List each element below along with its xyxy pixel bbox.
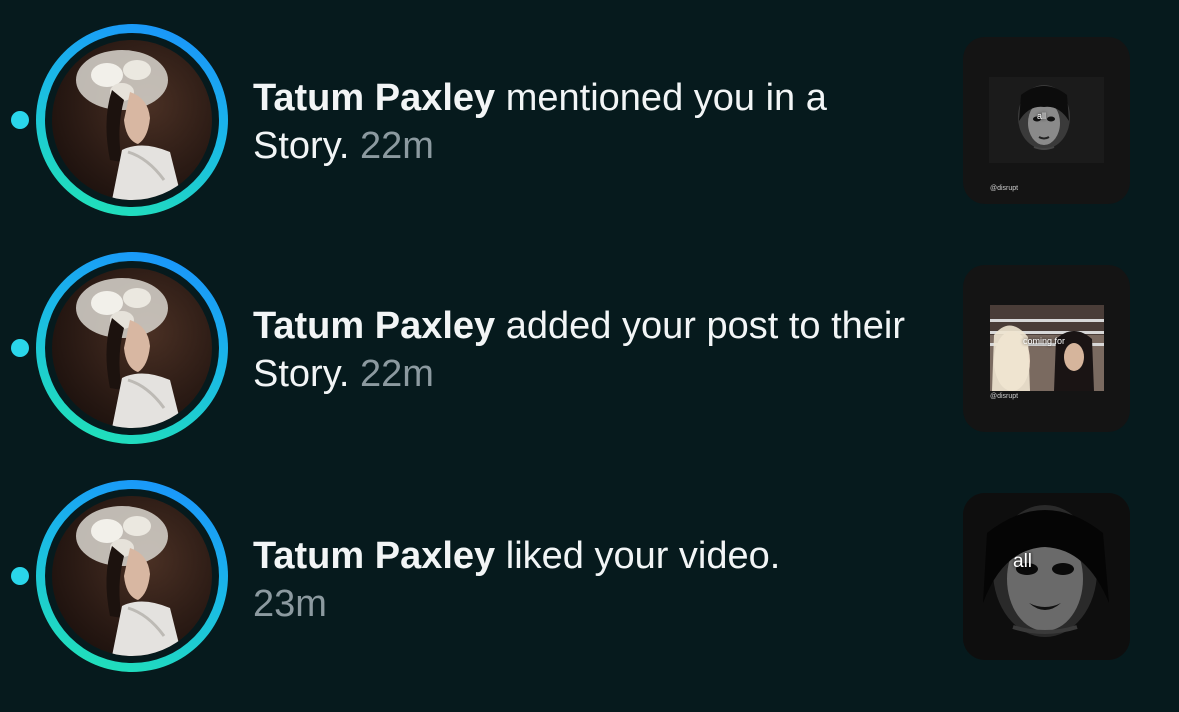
timestamp: 22m	[360, 353, 434, 395]
unread-dot-icon	[11, 567, 29, 585]
notification-text: Tatum Paxley liked your video. 23m	[253, 532, 933, 628]
thumbnail-image	[989, 77, 1104, 163]
notification-row[interactable]: Tatum Paxley liked your video. 23m all	[0, 476, 1179, 676]
timestamp: 22m	[360, 125, 434, 167]
username-link[interactable]: Tatum Paxley	[253, 77, 495, 119]
username-link[interactable]: Tatum Paxley	[253, 535, 495, 577]
thumbnail-overlay-text: coming for	[1023, 336, 1066, 346]
unread-dot-icon	[11, 339, 29, 357]
unread-dot-icon	[11, 111, 29, 129]
notification-text: Tatum Paxley mentioned you in a Story. 2…	[253, 74, 933, 170]
thumbnail-handle: @disrupt	[990, 185, 1019, 192]
thumbnail-handle: @disrupt	[990, 393, 1019, 400]
notification-text: Tatum Paxley added your post to their St…	[253, 302, 933, 398]
post-thumbnail[interactable]: all @disrupt	[963, 37, 1130, 204]
thumbnail-image	[990, 305, 1104, 391]
thumbnail-image	[963, 493, 1130, 660]
avatar[interactable]	[52, 268, 212, 428]
thumbnail-overlay-text: all	[1037, 111, 1047, 121]
notification-action: liked your video.	[495, 535, 781, 577]
username-link[interactable]: Tatum Paxley	[253, 305, 495, 347]
avatar[interactable]	[52, 496, 212, 656]
activity-notification-list: Tatum Paxley mentioned you in a Story. 2…	[0, 0, 1179, 712]
avatar[interactable]	[52, 40, 212, 200]
notification-row[interactable]: Tatum Paxley mentioned you in a Story. 2…	[0, 20, 1179, 220]
timestamp: 23m	[253, 583, 327, 625]
thumbnail-overlay-text: all	[1013, 551, 1033, 572]
notification-row[interactable]: Tatum Paxley added your post to their St…	[0, 248, 1179, 448]
post-thumbnail[interactable]: coming for @disrupt	[963, 265, 1130, 432]
post-thumbnail[interactable]: all	[963, 493, 1130, 660]
